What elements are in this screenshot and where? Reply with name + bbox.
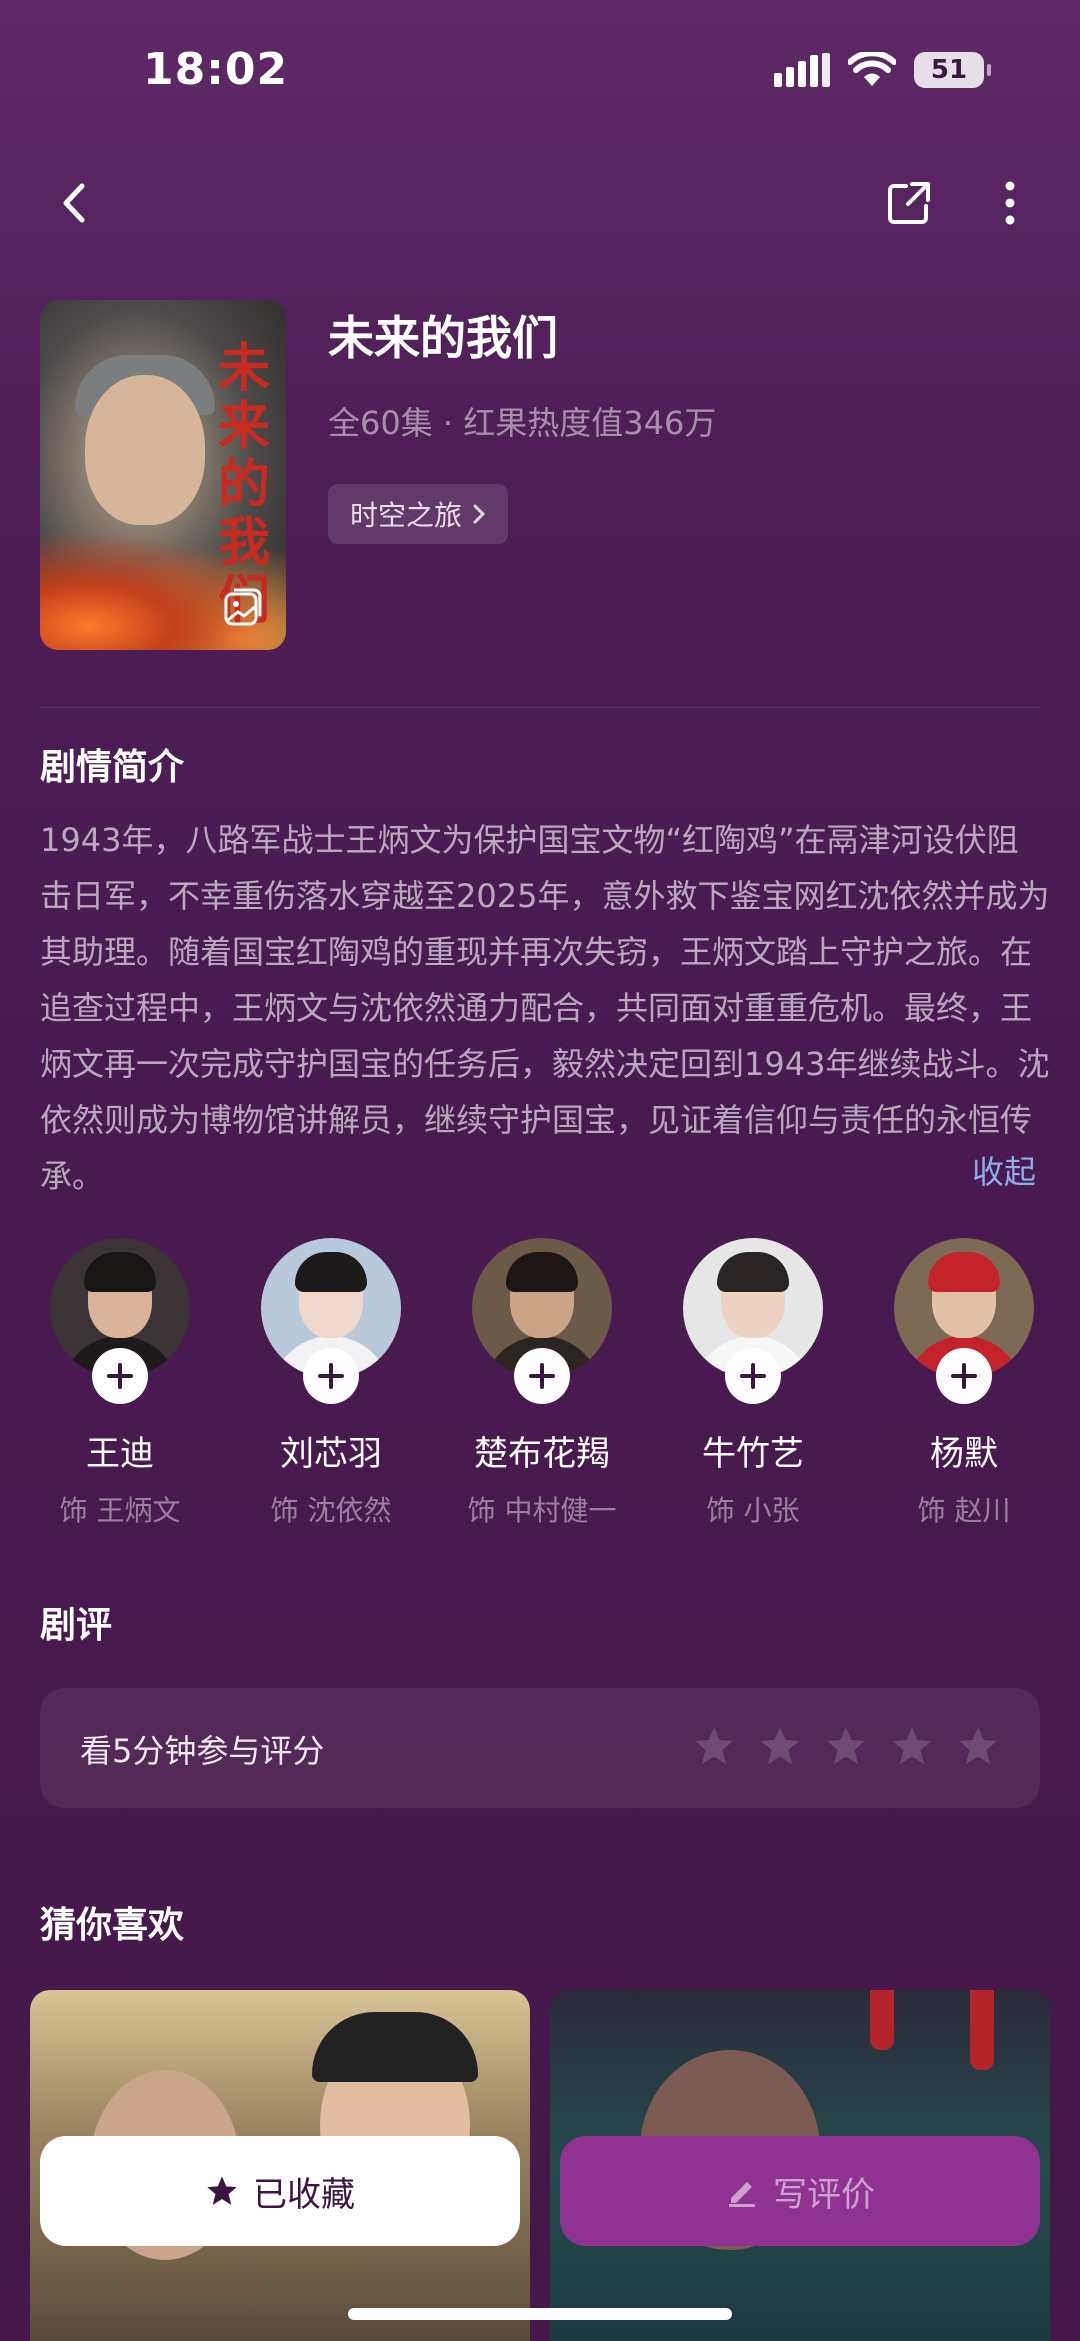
signal-icon [774,53,830,87]
cast-list: 王迪 饰 王炳文 刘芯羽 饰 沈依然 楚布花羯 饰 中村健一 牛竹艺 饰 小张 … [0,1238,1080,1528]
star-filled-icon [207,2176,237,2205]
show-title: 未来的我们 [328,311,558,365]
status-time: 18:02 [143,44,289,95]
battery-indicator: 51 [914,52,991,88]
collapse-link[interactable]: 收起 [972,1147,1036,1193]
cast-name: 楚布花羯 [474,1434,610,1474]
cast-item[interactable]: 杨默 饰 赵川 [864,1238,1064,1529]
top-nav [0,168,1080,238]
cast-name: 王迪 [86,1434,154,1474]
poster-face [85,375,205,525]
cast-role: 饰 沈依然 [270,1494,392,1527]
plus-icon [318,1363,344,1389]
cast-item[interactable]: 牛竹艺 饰 小张 [653,1238,853,1529]
review-heading: 剧评 [40,1605,113,1646]
synopsis-text: 1943年，八路军战士王炳文为保护国宝文物“红陶鸡”在鬲津河设伏阻击日军，不幸重… [40,821,1050,1195]
follow-button[interactable] [725,1348,781,1404]
star-icon[interactable] [758,1724,802,1768]
pencil-icon [729,2182,755,2207]
status-icons: 51 [774,52,991,88]
home-indicator[interactable] [348,2308,732,2320]
star-icon[interactable] [956,1724,1000,1768]
follow-button[interactable] [936,1348,992,1404]
recommend-thumbnail-hair [312,2012,478,2082]
cast-role: 饰 赵川 [917,1494,1011,1527]
show-poster[interactable]: 未来的我们 [40,300,286,650]
plus-icon [951,1363,977,1389]
synopsis-heading: 剧情简介 [40,747,185,788]
chevron-right-icon [473,504,486,524]
divider [40,707,1040,708]
write-review-label: 写评价 [773,2174,875,2215]
follow-button[interactable] [92,1348,148,1404]
genre-tag[interactable]: 时空之旅 [328,484,509,544]
lantern-decoration [870,1990,894,2050]
cast-role: 饰 小张 [706,1494,800,1527]
status-bar: 18:02 51 [0,0,1080,150]
cast-role: 饰 王炳文 [59,1494,181,1527]
show-meta: 全60集 · 红果热度值346万 [328,404,717,442]
star-icon[interactable] [692,1724,736,1768]
plus-icon [529,1363,555,1389]
cast-role: 饰 中村健一 [467,1494,617,1527]
rating-card[interactable]: 看5分钟参与评分 [40,1688,1040,1808]
cast-item[interactable]: 王迪 饰 王炳文 [20,1238,220,1529]
genre-tag-label: 时空之旅 [350,499,463,532]
plus-icon [740,1363,766,1389]
favorite-button[interactable]: 已收藏 [40,2136,520,2246]
recommend-heading: 猜你喜欢 [40,1905,185,1946]
star-rating[interactable] [692,1724,1000,1768]
cast-name: 杨默 [930,1434,998,1474]
cast-item[interactable]: 刘芯羽 饰 沈依然 [231,1238,431,1529]
more-options-icon[interactable] [990,178,1030,228]
gallery-icon[interactable] [222,586,264,628]
wifi-icon [848,52,896,86]
share-icon[interactable] [884,178,934,228]
lantern-decoration [970,1990,994,2070]
follow-button[interactable] [303,1348,359,1404]
rating-prompt: 看5分钟参与评分 [80,1732,325,1770]
write-review-button[interactable]: 写评价 [560,2136,1040,2246]
back-icon[interactable] [50,178,100,228]
cast-name: 牛竹艺 [702,1434,804,1474]
follow-button[interactable] [514,1348,570,1404]
cast-item[interactable]: 楚布花羯 饰 中村健一 [442,1238,642,1529]
cast-name: 刘芯羽 [280,1434,382,1474]
plus-icon [107,1363,133,1389]
favorite-button-label: 已收藏 [253,2174,355,2215]
star-icon[interactable] [824,1724,868,1768]
star-icon[interactable] [890,1724,934,1768]
